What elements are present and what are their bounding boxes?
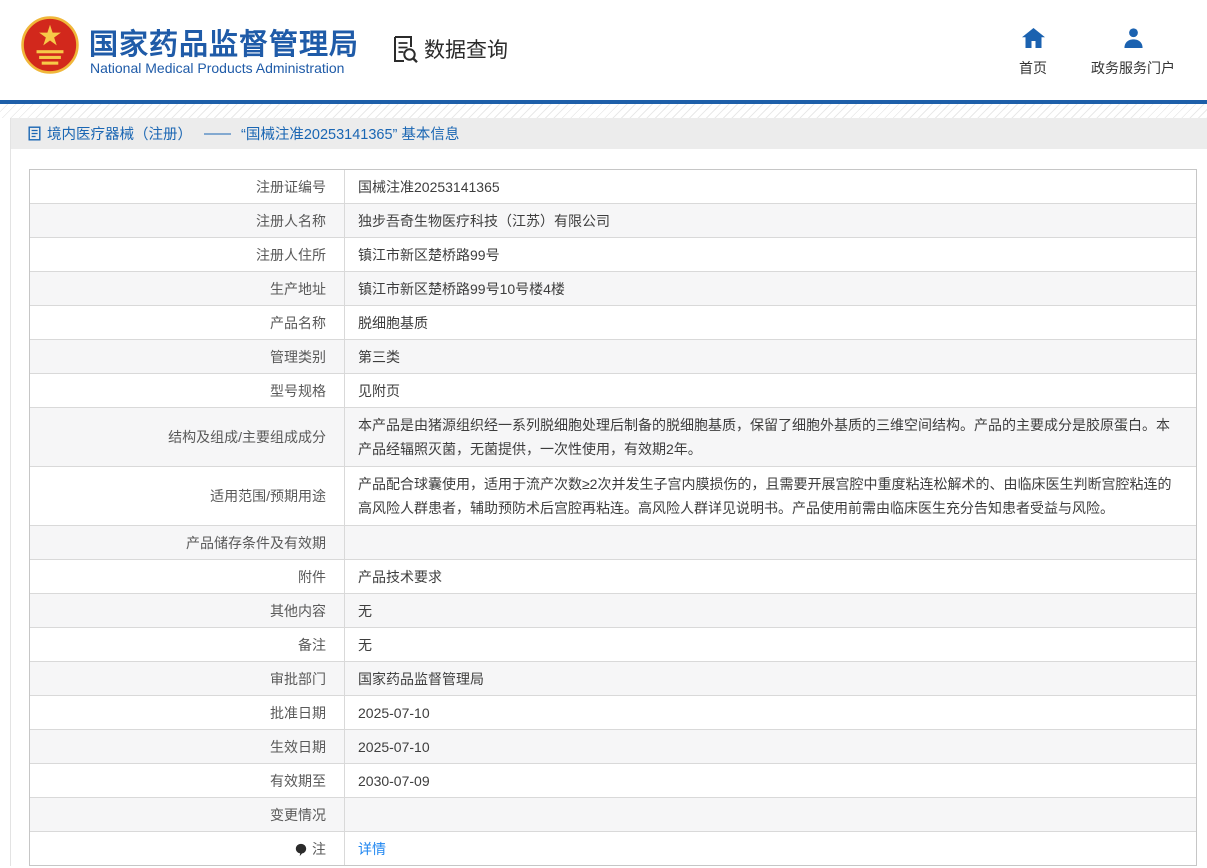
row-label: 备注 [30,628,345,661]
table-row: 其他内容无 [30,594,1196,628]
row-value: 无 [345,594,1196,627]
nav-gov-portal[interactable]: 政务服务门户 [1091,28,1175,78]
row-value: 无 [345,628,1196,661]
org-title-en: National Medical Products Administration [90,60,344,76]
table-row: 注册人住所镇江市新区楚桥路99号 [30,238,1196,272]
row-label: 生效日期 [30,730,345,763]
national-emblem-logo [21,16,79,74]
table-row: 适用范围/预期用途产品配合球囊使用，适用于流产次数≥2次并发生子宫内膜损伤的，且… [30,467,1196,526]
table-row: 型号规格见附页 [30,374,1196,408]
nav-gov-portal-label: 政务服务门户 [1091,58,1175,78]
row-value: 详情 [345,832,1196,865]
row-value: 脱细胞基质 [345,306,1196,339]
document-icon [28,126,41,141]
row-value: 产品技术要求 [345,560,1196,593]
doc-search-icon [391,34,419,64]
row-value: 2025-07-10 [345,696,1196,729]
table-row: 注册证编号国械注准20253141365 [30,170,1196,204]
row-value: 国家药品监督管理局 [345,662,1196,695]
breadcrumb-category[interactable]: 境内医疗器械（注册） [47,123,192,144]
row-label: 注 [30,832,345,865]
row-value: 产品配合球囊使用，适用于流产次数≥2次并发生子宫内膜损伤的，且需要开展宫腔中重度… [345,467,1196,525]
row-value [345,526,1196,559]
row-value: 本产品是由猪源组织经一系列脱细胞处理后制备的脱细胞基质，保留了细胞外基质的三维空… [345,408,1196,466]
table-row: 备注无 [30,628,1196,662]
row-label: 审批部门 [30,662,345,695]
row-label: 变更情况 [30,798,345,831]
table-row: 审批部门国家药品监督管理局 [30,662,1196,696]
row-value: 2030-07-09 [345,764,1196,797]
row-label: 生产地址 [30,272,345,305]
row-label: 批准日期 [30,696,345,729]
row-label: 结构及组成/主要组成成分 [30,408,345,466]
nav-home[interactable]: 首页 [1019,28,1047,78]
row-label: 管理类别 [30,340,345,373]
breadcrumb: 境内医疗器械（注册） —— “国械注准20253141365” 基本信息 [11,118,1207,149]
detail-link[interactable]: 详情 [358,839,386,859]
table-row: 注册人名称独步吾奇生物医疗科技（江苏）有限公司 [30,204,1196,238]
table-row: 产品名称脱细胞基质 [30,306,1196,340]
row-value: 镇江市新区楚桥路99号10号楼4楼 [345,272,1196,305]
row-label: 附件 [30,560,345,593]
data-query-label: 数据查询 [424,34,508,64]
nav-home-label: 首页 [1019,58,1047,78]
row-label: 注册人名称 [30,204,345,237]
info-table: 注册证编号国械注准20253141365注册人名称独步吾奇生物医疗科技（江苏）有… [29,169,1197,866]
row-value: 见附页 [345,374,1196,407]
table-row: 管理类别第三类 [30,340,1196,374]
org-title-zh: 国家药品监督管理局 [89,21,359,63]
table-row: 附件产品技术要求 [30,560,1196,594]
data-query-title: 数据查询 [391,34,508,64]
row-value: 2025-07-10 [345,730,1196,763]
page-header: 国家药品监督管理局 National Medical Products Admi… [0,0,1207,100]
row-value: 独步吾奇生物医疗科技（江苏）有限公司 [345,204,1196,237]
top-nav: 首页 政务服务门户 [1019,28,1175,78]
row-label: 注册证编号 [30,170,345,203]
content-panel: 境内医疗器械（注册） —— “国械注准20253141365” 基本信息 注册证… [10,118,1207,866]
row-label: 注册人住所 [30,238,345,271]
row-label: 型号规格 [30,374,345,407]
row-label: 产品名称 [30,306,345,339]
row-value [345,798,1196,831]
row-value: 镇江市新区楚桥路99号 [345,238,1196,271]
table-row: 批准日期2025-07-10 [30,696,1196,730]
table-row: 有效期至2030-07-09 [30,764,1196,798]
row-value: 第三类 [345,340,1196,373]
hatch-strip [0,104,1207,118]
table-row: 生效日期2025-07-10 [30,730,1196,764]
table-row: 变更情况 [30,798,1196,832]
row-label: 适用范围/预期用途 [30,467,345,525]
note-icon [295,843,307,857]
table-row: 注详情 [30,832,1196,865]
row-value: 国械注准20253141365 [345,170,1196,203]
row-label: 有效期至 [30,764,345,797]
breadcrumb-current: “国械注准20253141365” 基本信息 [241,123,459,144]
user-icon [1123,28,1144,51]
table-row: 产品储存条件及有效期 [30,526,1196,560]
table-row: 结构及组成/主要组成成分本产品是由猪源组织经一系列脱细胞处理后制备的脱细胞基质，… [30,408,1196,467]
table-row: 生产地址镇江市新区楚桥路99号10号楼4楼 [30,272,1196,306]
breadcrumb-separator: —— [204,126,229,142]
row-label: 其他内容 [30,594,345,627]
home-icon [1022,28,1045,51]
row-label: 产品储存条件及有效期 [30,526,345,559]
